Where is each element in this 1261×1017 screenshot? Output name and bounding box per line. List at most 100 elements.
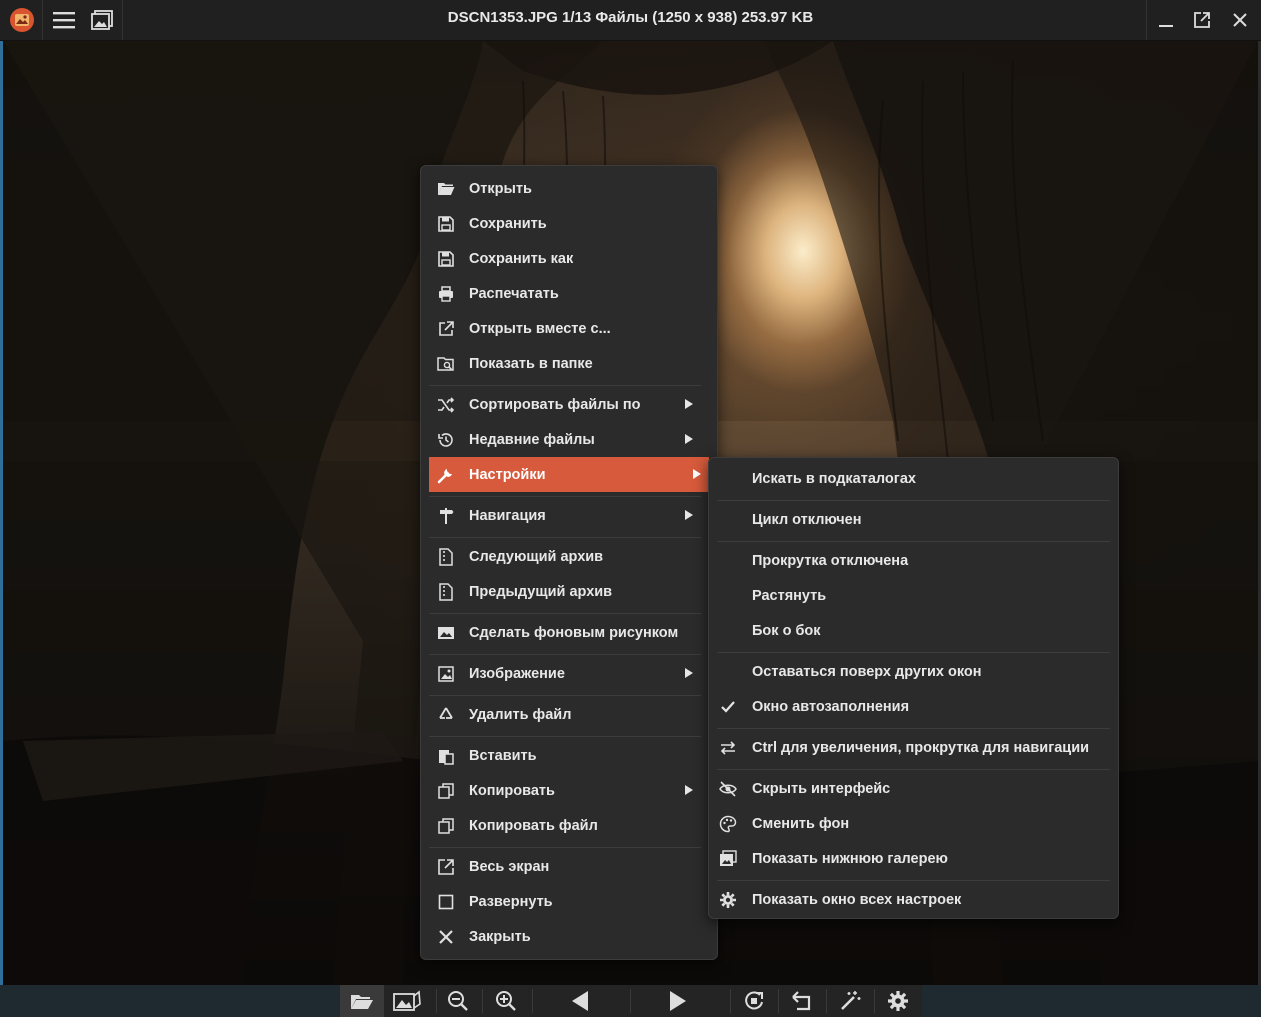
context-menu: Открыть Сохранить Сохранить как Распечат… (420, 165, 718, 960)
menu-item-open[interactable]: Открыть (429, 171, 701, 206)
archive-prev-icon (437, 583, 455, 601)
menu-item-paste[interactable]: Вставить (429, 738, 701, 773)
checkmark-icon (719, 698, 737, 716)
submenu-item-ctrl-zoom[interactable]: Ctrl для увеличения, прокрутка для навиг… (717, 730, 1110, 765)
open-folder-icon[interactable] (340, 985, 384, 1017)
gallery-icon (719, 850, 737, 868)
menu-separator (429, 537, 701, 538)
menu-separator (429, 654, 701, 655)
wrench-icon (437, 466, 455, 484)
floppy-icon (437, 215, 455, 233)
menu-separator (429, 613, 701, 614)
undo-icon[interactable] (782, 985, 822, 1017)
folder-open-icon (437, 180, 455, 198)
menu-item-copy[interactable]: Копировать (429, 773, 701, 808)
previous-image-icon[interactable] (536, 985, 624, 1017)
menu-separator (717, 880, 1110, 881)
menu-separator (429, 496, 701, 497)
menu-item-open-with[interactable]: Открыть вместе с... (429, 311, 701, 346)
zoom-in-icon[interactable] (486, 985, 526, 1017)
close-icon (437, 928, 455, 946)
hamburger-menu-icon[interactable] (48, 4, 80, 36)
history-icon (437, 431, 455, 449)
menu-separator (717, 769, 1110, 770)
menu-separator (429, 736, 701, 737)
submenu-item-change-background[interactable]: Сменить фон (717, 806, 1110, 841)
menu-item-settings[interactable]: Настройки (429, 457, 709, 492)
menu-item-show-in-folder[interactable]: Показать в папке (429, 346, 701, 381)
menu-item-maximize[interactable]: Развернуть (429, 884, 701, 919)
palette-icon (719, 815, 737, 833)
menu-item-save-as[interactable]: Сохранить как (429, 241, 701, 276)
floppy-icon (437, 250, 455, 268)
close-window-icon[interactable] (1224, 4, 1256, 36)
settings-submenu: Искать в подкаталогах Цикл отключен Прок… (708, 457, 1119, 919)
image-icon (437, 665, 455, 683)
menu-item-save[interactable]: Сохранить (429, 206, 701, 241)
submenu-item-show-all-settings[interactable]: Показать окно всех настроек (717, 882, 1110, 917)
shuffle-icon (437, 396, 455, 414)
menu-item-sort-files[interactable]: Сортировать файлы по (429, 387, 701, 422)
external-link-icon (437, 320, 455, 338)
submenu-arrow-icon (685, 785, 693, 795)
paste-icon (437, 747, 455, 765)
open-external-icon[interactable] (1186, 4, 1218, 36)
menu-item-fullscreen[interactable]: Весь экран (429, 849, 701, 884)
menu-item-delete-file[interactable]: Удалить файл (429, 697, 701, 732)
submenu-item-stay-on-top[interactable]: Оставаться поверх других окон (717, 654, 1110, 689)
menu-item-image[interactable]: Изображение (429, 656, 701, 691)
submenu-item-search-subfolders[interactable]: Искать в подкаталогах (717, 461, 1110, 496)
recycle-icon (437, 706, 455, 724)
next-image-icon[interactable] (634, 985, 722, 1017)
menu-item-close[interactable]: Закрыть (429, 919, 701, 954)
submenu-arrow-icon (685, 510, 693, 520)
window-title: DSCN1353.JPG 1/13 Файлы (1250 x 938) 253… (447, 9, 814, 26)
app-logo-icon[interactable] (6, 4, 38, 36)
archive-next-icon (437, 548, 455, 566)
menu-separator (717, 652, 1110, 653)
toolbar-button-group (340, 985, 922, 1017)
submenu-arrow-icon (685, 434, 693, 444)
menu-separator (717, 728, 1110, 729)
rotate-icon[interactable] (734, 985, 774, 1017)
submenu-arrow-icon (685, 399, 693, 409)
eye-off-icon (719, 780, 737, 798)
submenu-item-side-by-side[interactable]: Бок о бок (717, 613, 1110, 648)
submenu-arrow-icon (685, 668, 693, 678)
submenu-item-scroll-disabled[interactable]: Прокрутка отключена (717, 543, 1110, 578)
folder-search-icon (437, 355, 455, 373)
submenu-item-autofit-window[interactable]: Окно автозаполнения (717, 689, 1110, 724)
title-bar: DSCN1353.JPG 1/13 Файлы (1250 x 938) 253… (0, 0, 1261, 41)
gear-icon (719, 891, 737, 909)
submenu-item-hide-interface[interactable]: Скрыть интерфейс (717, 771, 1110, 806)
submenu-item-loop-disabled[interactable]: Цикл отключен (717, 502, 1110, 537)
swap-arrows-icon (719, 739, 737, 757)
menu-item-copy-file[interactable]: Копировать файл (429, 808, 701, 843)
image-gallery-icon[interactable] (384, 985, 430, 1017)
magic-wand-icon[interactable] (830, 985, 870, 1017)
submenu-item-show-bottom-gallery[interactable]: Показать нижнюю галерею (717, 841, 1110, 876)
printer-icon (437, 285, 455, 303)
wallpaper-icon (437, 624, 455, 642)
menu-separator (429, 695, 701, 696)
menu-item-navigation[interactable]: Навигация (429, 498, 701, 533)
zoom-out-icon[interactable] (438, 985, 478, 1017)
fullscreen-icon (437, 858, 455, 876)
gear-icon[interactable] (878, 985, 918, 1017)
minimize-icon[interactable] (1150, 4, 1182, 36)
submenu-item-stretch[interactable]: Растянуть (717, 578, 1110, 613)
signpost-icon (437, 507, 455, 525)
menu-separator (429, 385, 701, 386)
submenu-arrow-icon (693, 469, 701, 479)
menu-separator (429, 847, 701, 848)
bottom-toolbar (0, 985, 1261, 1017)
menu-separator (717, 500, 1110, 501)
menu-item-recent-files[interactable]: Недавние файлы (429, 422, 701, 457)
menu-item-print[interactable]: Распечатать (429, 276, 701, 311)
gallery-icon[interactable] (86, 4, 118, 36)
menu-item-set-wallpaper[interactable]: Сделать фоновым рисунком (429, 615, 701, 650)
menu-item-next-archive[interactable]: Следующий архив (429, 539, 701, 574)
menu-separator (717, 541, 1110, 542)
copy-icon (437, 782, 455, 800)
menu-item-prev-archive[interactable]: Предыдущий архив (429, 574, 701, 609)
